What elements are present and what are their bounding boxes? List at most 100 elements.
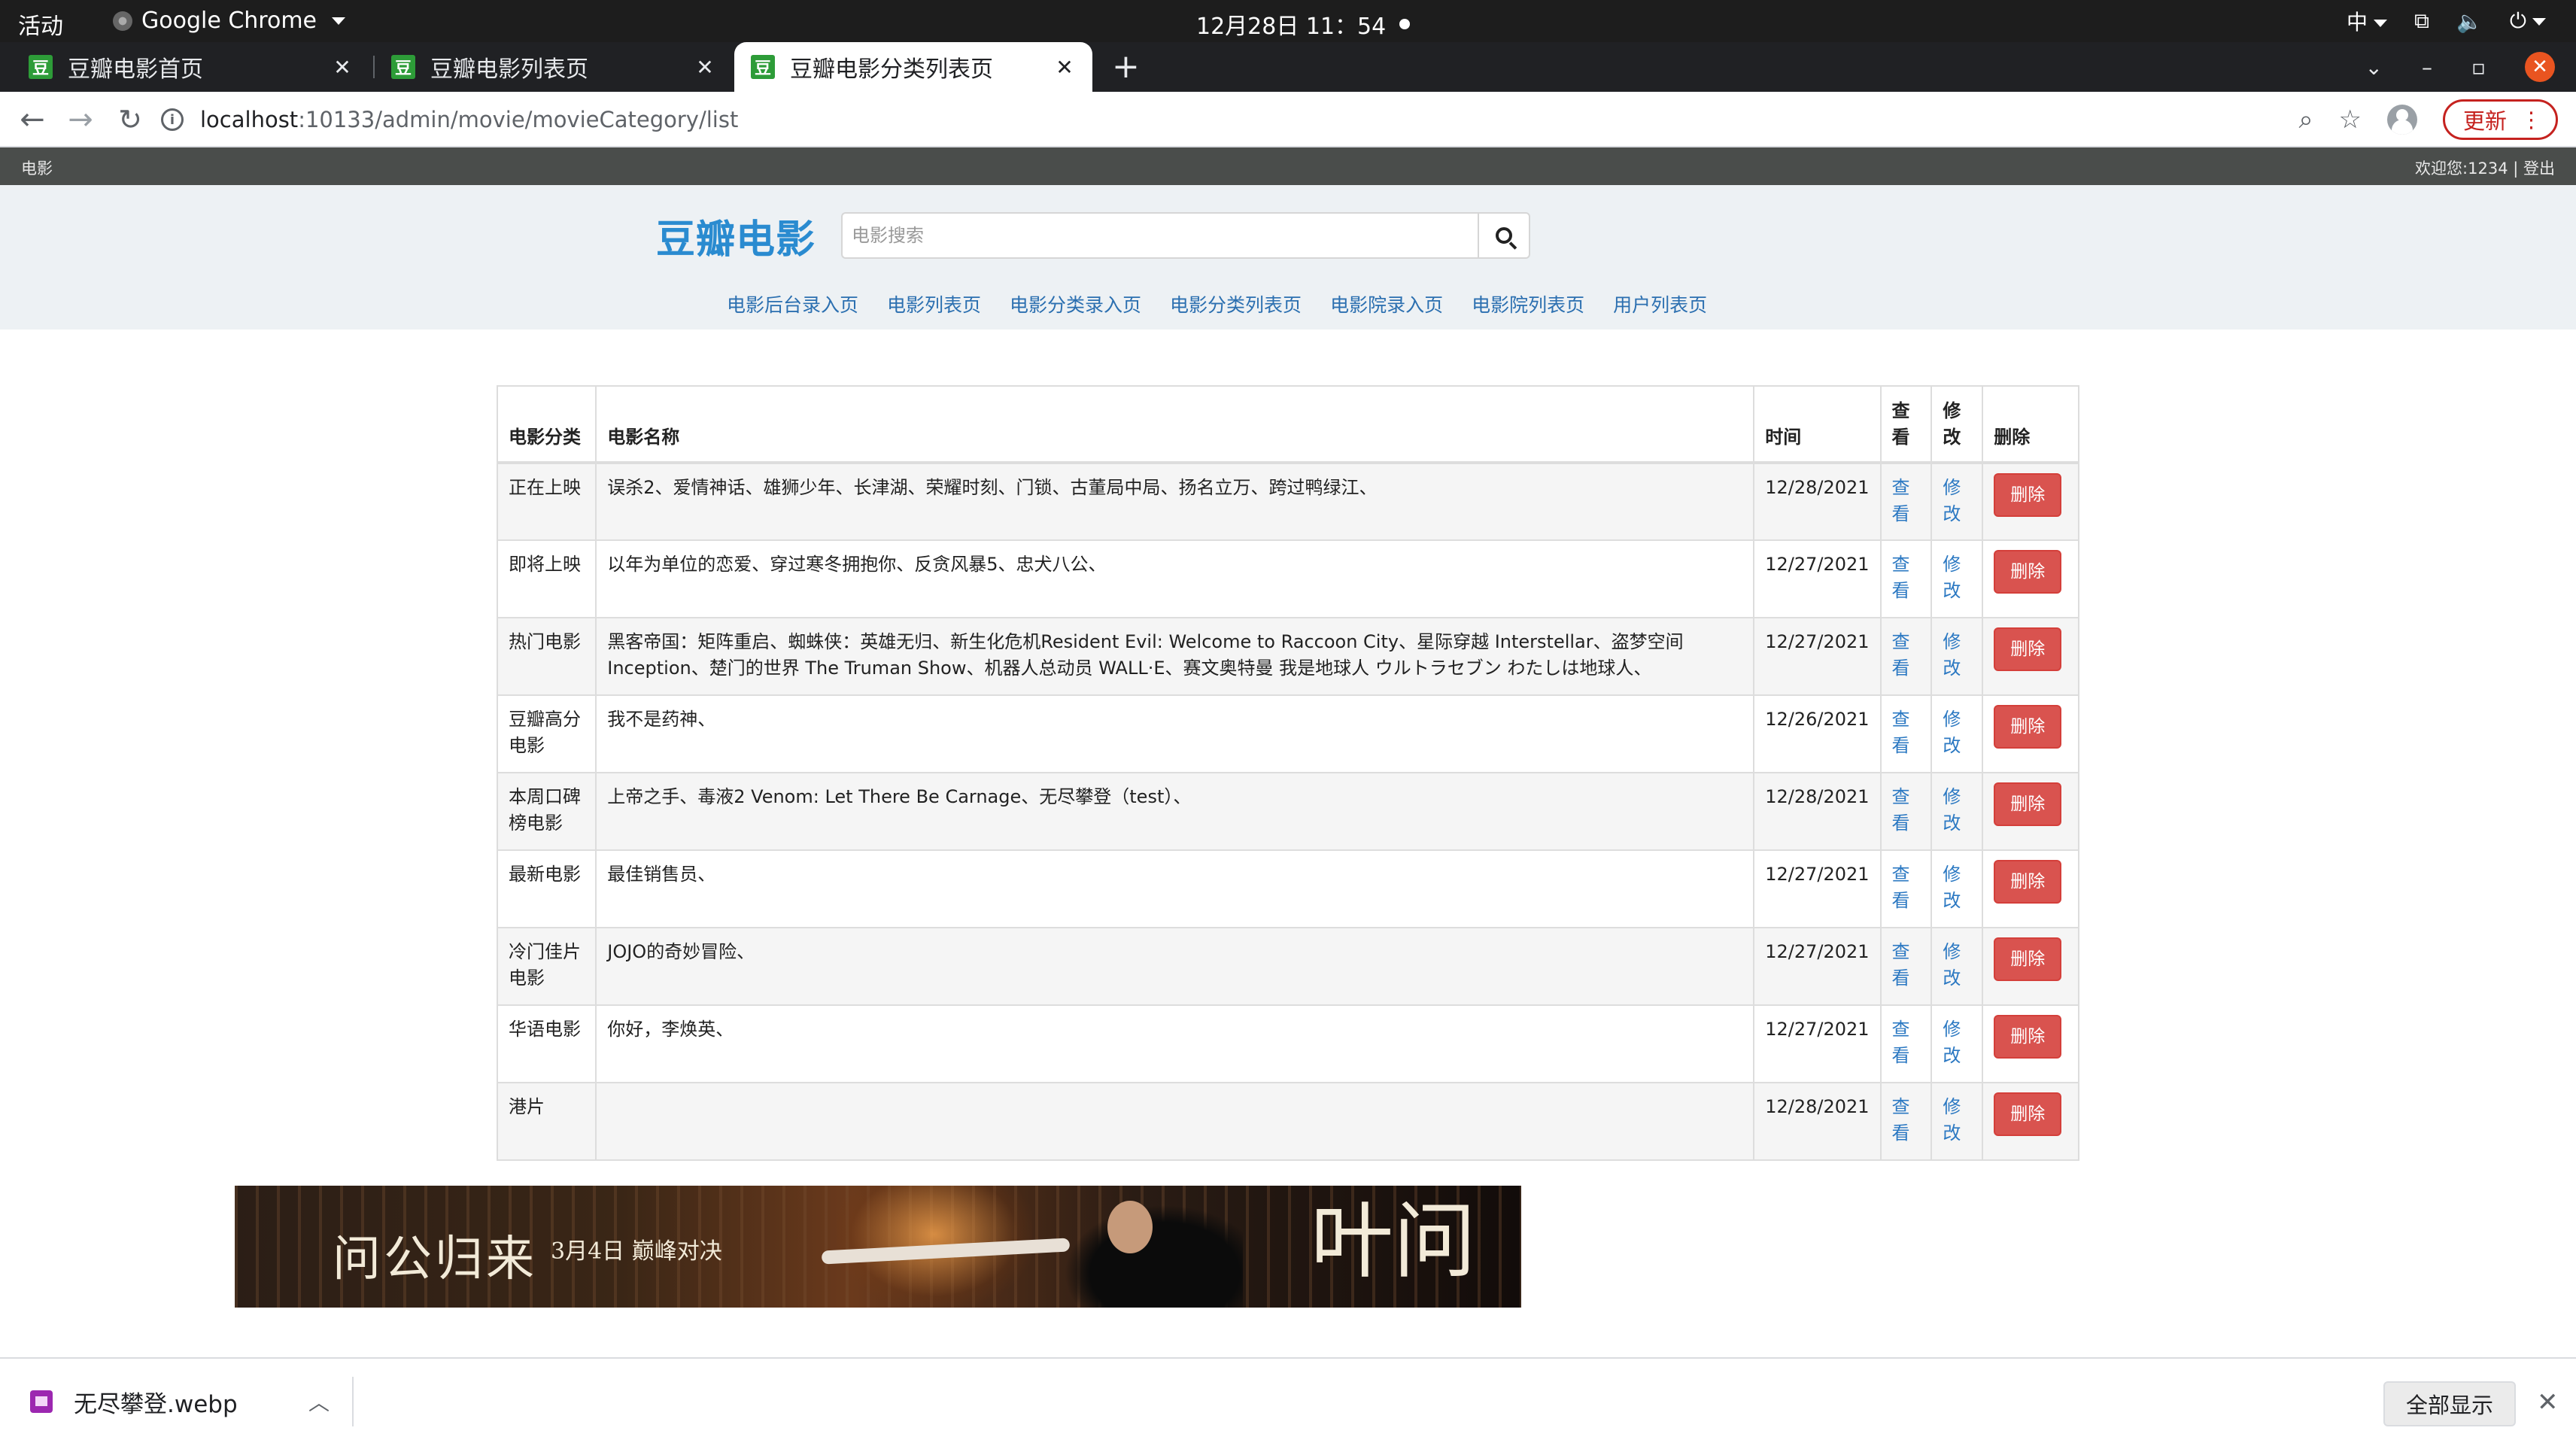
clock-text: 12月28日 11：54 (1196, 14, 1387, 40)
edit-link[interactable]: 修改 (1943, 1096, 1961, 1144)
address-bar[interactable]: i localhost:10133/admin/movie/movieCateg… (161, 99, 2376, 140)
cell-time: 12/27/2021 (1753, 617, 1882, 696)
edit-link[interactable]: 修改 (1943, 477, 1961, 524)
tab-movie-list[interactable]: 豆 豆瓣电影列表页 ✕ (375, 42, 733, 92)
back-arrow-icon[interactable]: ← (14, 101, 51, 138)
edit-link[interactable]: 修改 (1943, 864, 1961, 911)
cell-view: 查看 (1879, 1082, 1933, 1161)
header-time: 时间 (1753, 385, 1882, 464)
download-item[interactable]: 无尽攀登.webp ︿ (30, 1377, 354, 1426)
chevron-down-icon (332, 17, 345, 25)
nav-cinema-entry[interactable]: 电影院录入页 (1330, 290, 1443, 317)
cell-delete: 删除 (1982, 927, 2079, 1006)
close-download-bar-icon[interactable]: ✕ (2537, 1387, 2559, 1417)
tab-home[interactable]: 豆 豆瓣电影首页 ✕ (12, 42, 370, 92)
view-link[interactable]: 查看 (1892, 941, 1910, 989)
movie-banner-ad[interactable]: 问公归来 3月4日 巅峰对决 叶问 (235, 1186, 1521, 1308)
show-all-button[interactable]: 全部显示 (2383, 1381, 2517, 1426)
table-row: 华语电影 你好，李焕英、 12/27/2021 查看 修改 删除 (496, 1004, 2079, 1083)
edit-link[interactable]: 修改 (1943, 941, 1961, 989)
input-method-indicator[interactable]: 中 (2347, 6, 2387, 36)
window-close-icon[interactable]: ✕ (2525, 52, 2555, 82)
welcome-logout[interactable]: 欢迎您:1234 | 登出 (2415, 156, 2555, 179)
view-link[interactable]: 查看 (1892, 1096, 1910, 1144)
cell-movie-names: 上帝之手、毒液2 Venom: Let There Be Carnage、无尽攀… (595, 772, 1755, 851)
cell-movie-names (595, 1082, 1755, 1161)
zoom-icon[interactable]: ⌕ (2298, 105, 2313, 135)
delete-button[interactable]: 删除 (1994, 705, 2062, 749)
cell-time: 12/28/2021 (1753, 772, 1882, 851)
delete-button[interactable]: 删除 (1994, 937, 2062, 981)
delete-button[interactable]: 删除 (1994, 860, 2062, 904)
tab-category-list[interactable]: 豆 豆瓣电影分类列表页 ✕ (734, 42, 1092, 92)
update-button[interactable]: 更新 ⋮ (2442, 99, 2558, 140)
cell-category: 正在上映 (496, 462, 597, 541)
cell-edit: 修改 (1930, 617, 1984, 696)
cell-time: 12/27/2021 (1753, 539, 1882, 618)
edit-link[interactable]: 修改 (1943, 786, 1961, 834)
view-link[interactable]: 查看 (1892, 631, 1910, 679)
edit-link[interactable]: 修改 (1943, 1019, 1961, 1066)
sub-navigation: 电影后台录入页 电影列表页 电影分类录入页 电影分类列表页 电影院录入页 电影院… (727, 290, 1707, 317)
forward-arrow-icon[interactable]: → (62, 101, 99, 138)
cell-movie-names: 我不是药神、 (595, 694, 1755, 773)
profile-avatar-icon[interactable] (2386, 105, 2417, 135)
nav-movie-list[interactable]: 电影列表页 (887, 290, 981, 317)
bookmark-star-icon[interactable]: ☆ (2339, 105, 2362, 135)
search-button[interactable] (1478, 212, 1530, 259)
close-icon[interactable]: ✕ (331, 55, 354, 80)
edit-link[interactable]: 修改 (1943, 709, 1961, 756)
cell-movie-names: 误杀2、爱情神话、雄狮少年、长津湖、荣耀时刻、门锁、古董局中局、扬名立万、跨过鸭… (595, 462, 1755, 541)
clock[interactable]: 12月28日 11：54 (1196, 8, 1411, 41)
volume-icon[interactable]: 🔈 (2456, 9, 2483, 34)
delete-button[interactable]: 删除 (1994, 782, 2062, 826)
delete-button[interactable]: 删除 (1994, 1092, 2062, 1136)
reload-icon[interactable]: ↻ (111, 101, 149, 138)
cell-time: 12/27/2021 (1753, 1004, 1882, 1083)
nav-category-entry[interactable]: 电影分类录入页 (1010, 290, 1141, 317)
network-icon[interactable]: ⧉ (2414, 8, 2429, 34)
header-movie-names: 电影名称 (595, 385, 1755, 464)
cell-category: 热门电影 (496, 617, 597, 696)
view-link[interactable]: 查看 (1892, 864, 1910, 911)
app-menu[interactable]: Google Chrome (113, 8, 345, 34)
site-logo[interactable]: 豆瓣电影 (656, 208, 816, 264)
site-header: 豆瓣电影 电影后台录入页 电影列表页 电影分类录入页 电影分类列表页 电影院录入… (0, 185, 2576, 330)
site-top-left: 电影 (21, 159, 53, 178)
edit-link[interactable]: 修改 (1943, 631, 1961, 679)
site-info-icon[interactable]: i (161, 108, 184, 131)
delete-button[interactable]: 删除 (1994, 1015, 2062, 1059)
view-link[interactable]: 查看 (1892, 477, 1910, 524)
search-bar (841, 212, 1530, 259)
banner-date: 3月4日 巅峰对决 (551, 1238, 722, 1265)
nav-category-list[interactable]: 电影分类列表页 (1170, 290, 1302, 317)
cell-edit: 修改 (1930, 772, 1984, 851)
view-link[interactable]: 查看 (1892, 554, 1910, 601)
cell-delete: 删除 (1982, 462, 2079, 541)
minimize-icon[interactable]: – (2422, 55, 2432, 80)
nav-movie-admin-entry[interactable]: 电影后台录入页 (727, 290, 858, 317)
search-input[interactable] (841, 212, 1478, 259)
delete-button[interactable]: 删除 (1994, 627, 2062, 671)
nav-user-list[interactable]: 用户列表页 (1613, 290, 1707, 317)
delete-button[interactable]: 删除 (1994, 550, 2062, 594)
chevron-up-icon[interactable]: ︿ (308, 1387, 330, 1417)
view-link[interactable]: 查看 (1892, 709, 1910, 756)
restore-icon[interactable]: ▫ (2471, 55, 2486, 80)
close-icon[interactable]: ✕ (1053, 55, 1076, 80)
delete-button[interactable]: 删除 (1994, 473, 2062, 517)
power-icon[interactable]: ⏻ (2510, 8, 2546, 34)
activities-button[interactable]: 活动 (18, 8, 63, 41)
douban-favicon-icon: 豆 (751, 55, 775, 79)
view-link[interactable]: 查看 (1892, 786, 1910, 834)
tab-search-chevron-icon[interactable]: ⌄ (2365, 55, 2383, 80)
cell-edit: 修改 (1930, 1004, 1984, 1083)
table-row: 即将上映 以年为单位的恋爱、穿过寒冬拥抱你、反贪风暴5、忠犬八公、 12/27/20… (496, 539, 2079, 618)
edit-link[interactable]: 修改 (1943, 554, 1961, 601)
system-tray[interactable]: 中 ⧉ 🔈 ⏻ (2347, 6, 2546, 36)
nav-cinema-list[interactable]: 电影院列表页 (1472, 290, 1584, 317)
table-row: 豆瓣高分电影 我不是药神、 12/26/2021 查看 修改 删除 (496, 694, 2079, 773)
new-tab-plus-icon[interactable]: + (1112, 42, 1140, 92)
close-icon[interactable]: ✕ (694, 55, 716, 80)
view-link[interactable]: 查看 (1892, 1019, 1910, 1066)
